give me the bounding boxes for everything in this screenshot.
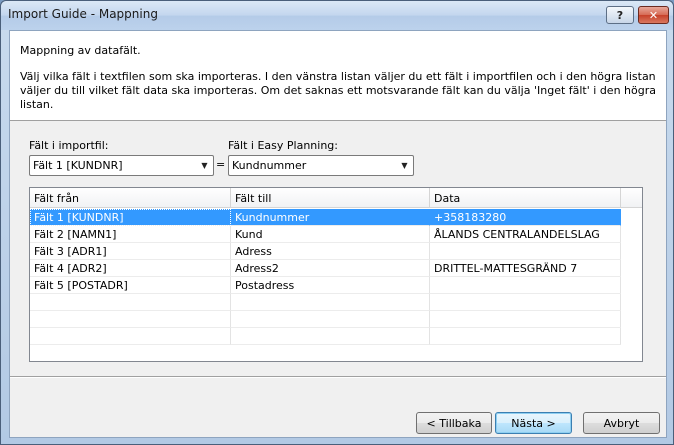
cell-to[interactable]: Adress: [231, 243, 430, 260]
footer-divider: [10, 376, 666, 378]
cell-data[interactable]: DRITTEL-MATTESGRÄND 7: [430, 260, 621, 277]
grid-header: Fält från Fält till Data: [30, 188, 642, 208]
cell-to[interactable]: Postadress: [231, 277, 430, 294]
column-header-data[interactable]: Data: [430, 188, 621, 208]
cell-from[interactable]: Fält 5 [POSTADR]: [30, 277, 231, 294]
target-field-dropdown[interactable]: Kundnummer ▼: [228, 155, 414, 176]
help-button[interactable]: ?: [606, 6, 634, 24]
source-field-value: Fält 1 [KUNDNR]: [33, 159, 123, 172]
title-bar: Import Guide - Mappning ? ✕: [1, 1, 673, 30]
cell-data[interactable]: +358183280: [430, 209, 621, 226]
cell-to[interactable]: [231, 328, 430, 345]
cell-data[interactable]: [430, 328, 621, 345]
cell-to[interactable]: [231, 311, 430, 328]
cell-data[interactable]: [430, 311, 621, 328]
source-field-label: Fält i importfil:: [29, 139, 109, 152]
header-description: Välj vilka fält i textfilen som ska impo…: [20, 70, 656, 111]
table-row[interactable]: [30, 294, 642, 311]
table-row[interactable]: Fält 4 [ADR2] Adress2 DRITTEL-MATTESGRÄN…: [30, 260, 642, 277]
equals-sign: =: [216, 158, 226, 171]
cell-data[interactable]: [430, 277, 621, 294]
cell-from[interactable]: [30, 328, 231, 345]
window-title: Import Guide - Mappning: [8, 7, 158, 21]
back-button[interactable]: < Tillbaka: [416, 412, 492, 434]
close-button[interactable]: ✕: [638, 6, 669, 24]
cell-from[interactable]: Fält 4 [ADR2]: [30, 260, 231, 277]
cell-data[interactable]: [430, 243, 621, 260]
table-row[interactable]: Fält 5 [POSTADR] Postadress: [30, 277, 642, 294]
column-header-from[interactable]: Fält från: [30, 188, 231, 208]
table-row[interactable]: [30, 328, 642, 345]
cell-to[interactable]: Adress2: [231, 260, 430, 277]
cell-to[interactable]: Kundnummer: [231, 209, 430, 226]
source-field-dropdown[interactable]: Fält 1 [KUNDNR] ▼: [29, 155, 214, 176]
cell-from[interactable]: Fält 3 [ADR1]: [30, 243, 231, 260]
cell-to[interactable]: [231, 294, 430, 311]
table-row[interactable]: Fält 1 [KUNDNR] Kundnummer +358183280: [30, 209, 642, 226]
table-row[interactable]: Fält 3 [ADR1] Adress: [30, 243, 642, 260]
header-title: Mappning av datafält.: [20, 44, 141, 57]
column-header-filler: [621, 188, 642, 208]
chevron-down-icon: ▼: [201, 161, 208, 170]
cell-from[interactable]: [30, 294, 231, 311]
cell-from[interactable]: Fält 1 [KUNDNR]: [30, 209, 231, 226]
target-field-value: Kundnummer: [232, 159, 307, 172]
target-field-label: Fält i Easy Planning:: [228, 139, 338, 152]
wizard-header: Mappning av datafält. Välj vilka fält i …: [10, 31, 666, 121]
table-row[interactable]: [30, 311, 642, 328]
table-row[interactable]: Fält 2 [NAMN1] Kund ÅLANDS CENTRALANDELS…: [30, 226, 642, 243]
mapping-grid[interactable]: Fält från Fält till Data Fält 1 [KUNDNR]…: [29, 187, 643, 362]
cell-to[interactable]: Kund: [231, 226, 430, 243]
cell-from[interactable]: [30, 311, 231, 328]
column-header-to[interactable]: Fält till: [231, 188, 430, 208]
dialog-body: Mappning av datafält. Välj vilka fält i …: [9, 30, 667, 438]
dialog-window: Import Guide - Mappning ? ✕ Mappning av …: [0, 0, 674, 445]
cell-data[interactable]: ÅLANDS CENTRALANDELSLAG: [430, 226, 621, 243]
next-button[interactable]: Nästa >: [495, 412, 572, 434]
cell-from[interactable]: Fält 2 [NAMN1]: [30, 226, 231, 243]
chevron-down-icon: ▼: [401, 161, 408, 170]
cell-data[interactable]: [430, 294, 621, 311]
cancel-button[interactable]: Avbryt: [583, 412, 660, 434]
